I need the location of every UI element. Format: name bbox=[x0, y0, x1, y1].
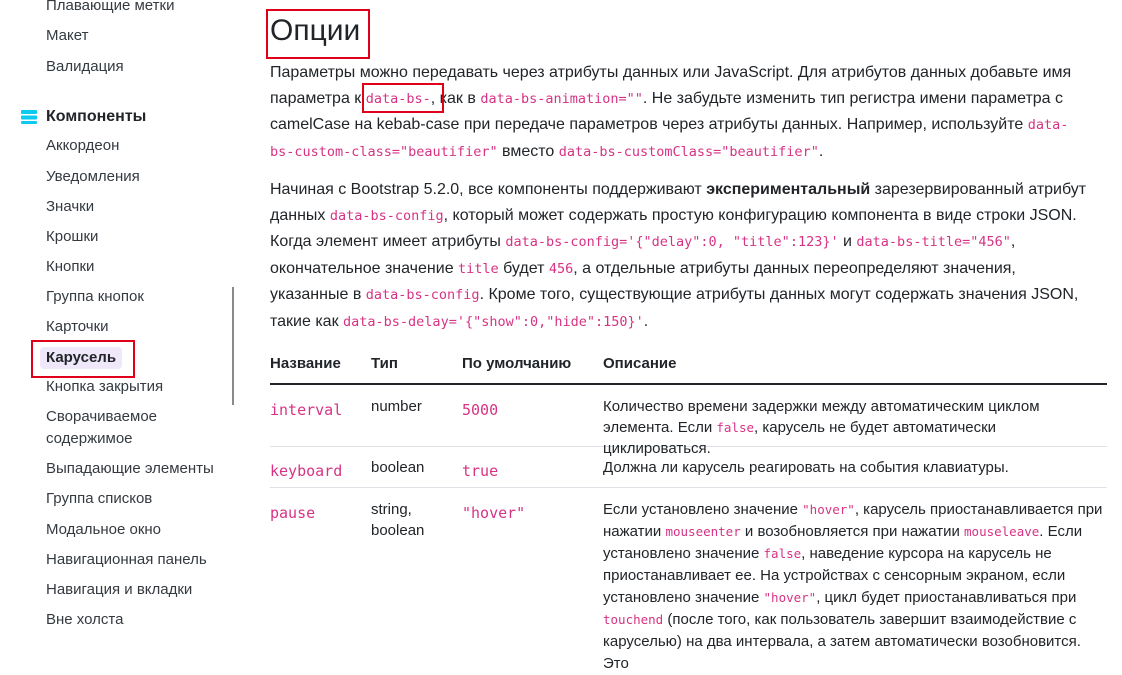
desc-text: и возобновляется при нажатии bbox=[740, 523, 965, 540]
sidebar-item-modal[interactable]: Модальное окно bbox=[46, 520, 161, 540]
sidebar-item-alerts[interactable]: Уведомления bbox=[46, 167, 140, 187]
option-description: Если установлено значение "hover", карус… bbox=[603, 499, 1108, 675]
sidebar-item-carousel[interactable]: Карусель bbox=[40, 347, 123, 369]
sidebar-scrollbar[interactable] bbox=[232, 287, 234, 405]
sidebar-group-components: Компоненты bbox=[20, 108, 146, 126]
option-description: Должна ли карусель реагировать на событи… bbox=[603, 457, 1108, 478]
desc-code: "hover" bbox=[802, 502, 855, 517]
col-header-description: Описание bbox=[603, 355, 677, 372]
page-title: Опции bbox=[270, 14, 361, 47]
p1-code-customClass: data-bs-customClass="beautifier" bbox=[558, 143, 819, 160]
sidebar-item-badges[interactable]: Значки bbox=[46, 197, 94, 217]
p2-code-title-word: title bbox=[458, 260, 499, 277]
desc-text: Должна ли карусель реагировать на событи… bbox=[603, 459, 1009, 476]
option-default: true bbox=[462, 462, 499, 480]
desc-code: touchend bbox=[603, 612, 664, 627]
option-type-line2: boolean bbox=[371, 522, 425, 539]
sidebar-item-floating-labels[interactable]: Плавающие метки bbox=[46, 0, 174, 16]
p2-text-9: . bbox=[643, 312, 649, 330]
sidebar-item-close-button[interactable]: Кнопка закрытия bbox=[46, 377, 163, 397]
table-row: keyboard boolean true Должна ли карусель… bbox=[270, 447, 1107, 488]
desc-code: mouseenter bbox=[665, 524, 741, 539]
p1-text-4: вместо bbox=[497, 142, 559, 160]
sidebar-item-cards[interactable]: Карточки bbox=[46, 317, 109, 337]
p2-text-1: Начиная с Bootstrap 5.2.0, все компонент… bbox=[270, 181, 707, 198]
config-paragraph: Начиная с Bootstrap 5.2.0, все компонент… bbox=[270, 177, 1090, 335]
option-type-line1: string, bbox=[371, 501, 412, 518]
sidebar-group-label: Компоненты bbox=[46, 108, 147, 125]
option-default: "hover" bbox=[462, 504, 526, 522]
p1-code-data-bs: data-bs- bbox=[365, 90, 431, 107]
desc-text: Если установлено значение bbox=[603, 501, 803, 518]
options-table: Название Тип По умолчанию Описание inter… bbox=[270, 350, 1107, 672]
components-icon bbox=[20, 109, 38, 125]
p2-bold-experimental: экспериментальный bbox=[706, 181, 871, 198]
col-header-name: Название bbox=[270, 355, 341, 372]
sidebar-item-breadcrumb[interactable]: Крошки bbox=[46, 227, 98, 247]
sidebar-item-navs-tabs[interactable]: Навигация и вкладки bbox=[46, 580, 192, 600]
sidebar-item-offcanvas[interactable]: Вне холста bbox=[46, 610, 123, 630]
sidebar-item-collapse-line2[interactable]: содержимое bbox=[46, 429, 133, 449]
option-name: interval bbox=[270, 401, 343, 419]
option-name: keyboard bbox=[270, 462, 343, 480]
p2-code-config: data-bs-config bbox=[329, 207, 444, 224]
desc-text: (после того, как пользователь завершит в… bbox=[603, 611, 1081, 672]
table-row: pause string, boolean "hover" Если устан… bbox=[270, 488, 1107, 672]
intro-paragraph: Параметры можно передавать через атрибут… bbox=[270, 60, 1090, 165]
p2-code-config-json: data-bs-config='{"delay":0, "title":123}… bbox=[505, 234, 839, 250]
option-name: pause bbox=[270, 504, 316, 522]
sidebar-item-button-group[interactable]: Группа кнопок bbox=[46, 287, 144, 307]
sidebar-nav: Плавающие метки Макет Валидация Компонен… bbox=[0, 0, 232, 641]
desc-text: , цикл будет приостанавливаться при bbox=[816, 589, 1077, 606]
col-header-default: По умолчанию bbox=[462, 355, 572, 372]
p2-code-config-2: data-bs-config bbox=[365, 287, 480, 303]
p2-code-456: 456 bbox=[548, 260, 574, 277]
desc-code: false bbox=[716, 420, 755, 435]
desc-code: mouseleave bbox=[964, 524, 1040, 539]
sidebar-item-collapse-line1[interactable]: Сворачиваемое bbox=[46, 407, 157, 427]
p2-text-6: будет bbox=[498, 259, 549, 277]
sidebar-item-layout[interactable]: Макет bbox=[46, 26, 88, 46]
table-header: Название Тип По умолчанию Описание bbox=[270, 350, 1107, 385]
col-header-type: Тип bbox=[371, 355, 398, 372]
desc-code: false bbox=[763, 546, 802, 561]
option-default: 5000 bbox=[462, 401, 499, 419]
table-row: interval number 5000 Количество времени … bbox=[270, 385, 1107, 457]
p1-text-5: . bbox=[818, 142, 824, 160]
option-type: boolean bbox=[371, 459, 425, 476]
sidebar-item-validation[interactable]: Валидация bbox=[46, 57, 124, 77]
option-type: number bbox=[371, 398, 422, 415]
p1-code-animation: data-bs-animation="" bbox=[480, 90, 643, 107]
sidebar-item-buttons[interactable]: Кнопки bbox=[46, 257, 94, 277]
p2-code-delay: data-bs-delay='{"show":0,"hide":150}' bbox=[343, 313, 644, 330]
p1-text-2: , как в bbox=[430, 89, 481, 107]
sidebar-item-navbar[interactable]: Навигационная панель bbox=[46, 550, 207, 570]
p2-code-title: data-bs-title="456" bbox=[856, 234, 1011, 250]
sidebar-item-dropdowns[interactable]: Выпадающие элементы bbox=[46, 459, 214, 479]
option-type: string, boolean bbox=[371, 499, 424, 541]
desc-code: "hover" bbox=[763, 590, 817, 605]
p2-text-4: и bbox=[838, 233, 857, 250]
sidebar-item-list-group[interactable]: Группа списков bbox=[46, 489, 152, 509]
sidebar-item-accordion[interactable]: Аккордеон bbox=[46, 136, 119, 156]
